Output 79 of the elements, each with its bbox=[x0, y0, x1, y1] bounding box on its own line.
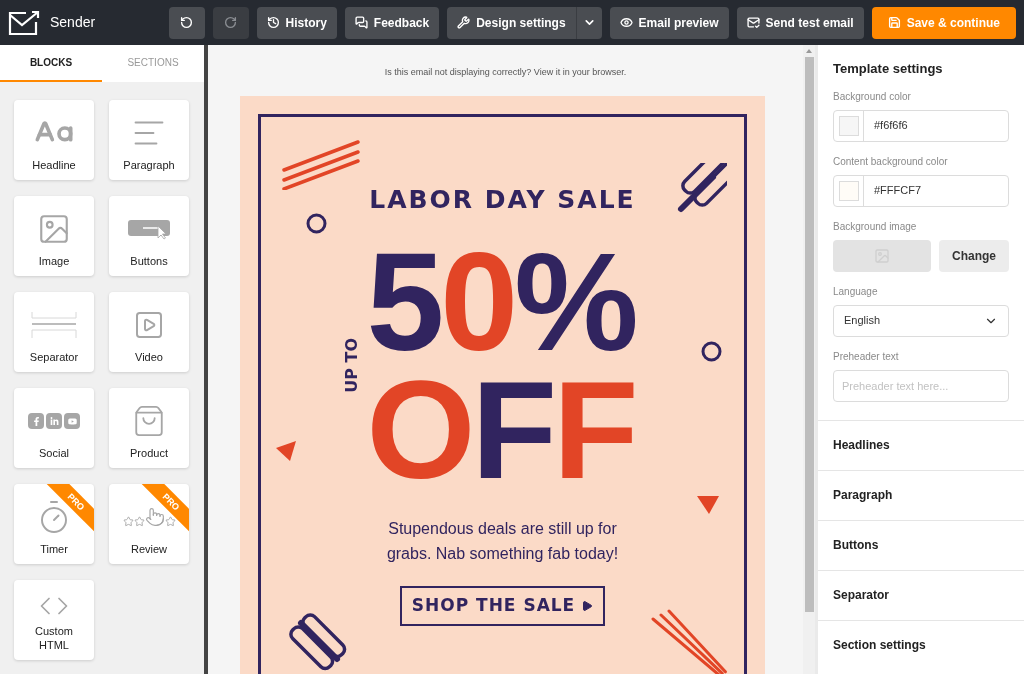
settings-section-header[interactable]: Section settings bbox=[818, 619, 1024, 670]
eye-icon bbox=[619, 16, 633, 29]
save-icon bbox=[887, 16, 901, 29]
color-value: #f6f6f6 bbox=[873, 118, 908, 134]
social-icons-icon bbox=[28, 413, 80, 429]
block-label: Review bbox=[129, 542, 169, 556]
block-label: Product bbox=[129, 446, 169, 460]
shopping-bag-icon bbox=[132, 404, 166, 438]
field-label: Preheader text bbox=[833, 349, 900, 364]
block-label: Buttons bbox=[129, 254, 169, 268]
circle-drawing bbox=[306, 212, 327, 234]
scroll-up-arrow-icon[interactable] bbox=[806, 49, 812, 53]
settings-section-header[interactable]: Buttons bbox=[818, 519, 1024, 570]
envelope-check-icon bbox=[746, 16, 760, 29]
language-select[interactable]: English bbox=[833, 304, 1009, 337]
big-letter: O bbox=[366, 365, 472, 494]
color-field[interactable]: #f6f6f6 bbox=[833, 109, 1009, 142]
block-label: Separator bbox=[28, 350, 80, 364]
block-card[interactable]: Separator bbox=[14, 292, 94, 372]
block-label: Video bbox=[134, 350, 164, 364]
up-to-text: UP TO bbox=[341, 338, 363, 393]
email-body-text: Stupendous deals are still up for grabs. Nab something fab today! bbox=[385, 518, 620, 564]
block-card[interactable]: Product bbox=[109, 388, 189, 468]
block-label: Paragraph bbox=[122, 158, 176, 172]
settings-section-header[interactable]: Paragraph bbox=[818, 469, 1024, 520]
block-label: Headline bbox=[31, 158, 77, 172]
block-card[interactable]: Social bbox=[14, 388, 94, 468]
field-label: Background color bbox=[833, 89, 912, 104]
undo-button[interactable] bbox=[168, 6, 205, 39]
button-cursor-icon bbox=[127, 218, 171, 240]
big-letter: F bbox=[552, 365, 635, 494]
play-arrow-icon bbox=[581, 599, 594, 612]
block-card[interactable]: Video bbox=[109, 292, 189, 372]
envelope-arrow-logo-icon bbox=[8, 9, 40, 36]
triangle-drawing bbox=[275, 439, 297, 462]
block-card[interactable]: Paragraph bbox=[109, 100, 189, 180]
big-letter: 0 bbox=[440, 237, 515, 366]
app-name: Sender bbox=[50, 13, 96, 32]
block-card[interactable]: Image bbox=[14, 196, 94, 276]
browser-view-notice: Is this email not displaying correctly? View it in your browser. bbox=[384, 66, 627, 79]
email-title: LABOR DAY SALE bbox=[369, 186, 636, 212]
split-button-label[interactable]: Design settings bbox=[447, 13, 576, 32]
preheader-input[interactable]: Preheader text here... bbox=[833, 369, 1009, 402]
circle-drawing bbox=[701, 340, 722, 362]
block-label: Social bbox=[38, 446, 70, 460]
image-icon bbox=[37, 212, 71, 246]
big-letter: 5 bbox=[366, 237, 441, 366]
color-value: #FFFCF7 bbox=[873, 183, 922, 199]
block-label: Custom HTML bbox=[34, 624, 74, 652]
settings-section-header[interactable]: Separator bbox=[818, 569, 1024, 620]
block-card[interactable]: Buttons bbox=[109, 196, 189, 276]
scrollbar-thumb[interactable] bbox=[804, 57, 814, 612]
redo-icon bbox=[224, 16, 237, 29]
separator-icon bbox=[31, 311, 77, 339]
big-letter: % bbox=[514, 237, 635, 366]
block-label: Timer bbox=[39, 542, 69, 556]
field-label: Content background color bbox=[833, 154, 949, 169]
block-card[interactable]: Custom HTML bbox=[14, 580, 94, 660]
chat-bubbles-icon bbox=[354, 16, 368, 29]
toolbar-button[interactable]: History bbox=[256, 6, 337, 39]
settings-section-header[interactable]: Headlines bbox=[818, 419, 1024, 470]
shop-the-sale-button[interactable]: SHOP THE SALE bbox=[399, 585, 606, 626]
wrench-icon bbox=[457, 16, 471, 29]
panel-title: Template settings bbox=[833, 60, 944, 78]
field-label: Language bbox=[833, 284, 879, 299]
toolbar-button[interactable]: Feedback bbox=[344, 6, 440, 39]
toolbar-button[interactable]: Email preview bbox=[609, 6, 729, 39]
big-letter: F bbox=[471, 365, 553, 494]
block-card[interactable]: Headline bbox=[14, 100, 94, 180]
block-label: Image bbox=[37, 254, 71, 268]
field-label: Background image bbox=[833, 219, 918, 234]
split-button[interactable]: Design settings bbox=[447, 6, 602, 39]
history-icon bbox=[266, 16, 280, 29]
video-play-icon bbox=[133, 309, 165, 341]
change-button[interactable]: Change bbox=[939, 239, 1009, 272]
triangle-drawing bbox=[696, 494, 720, 515]
undo-icon bbox=[180, 16, 193, 29]
color-field[interactable]: #FFFCF7 bbox=[833, 174, 1009, 207]
toolbar-button[interactable]: Send test email bbox=[736, 6, 864, 39]
